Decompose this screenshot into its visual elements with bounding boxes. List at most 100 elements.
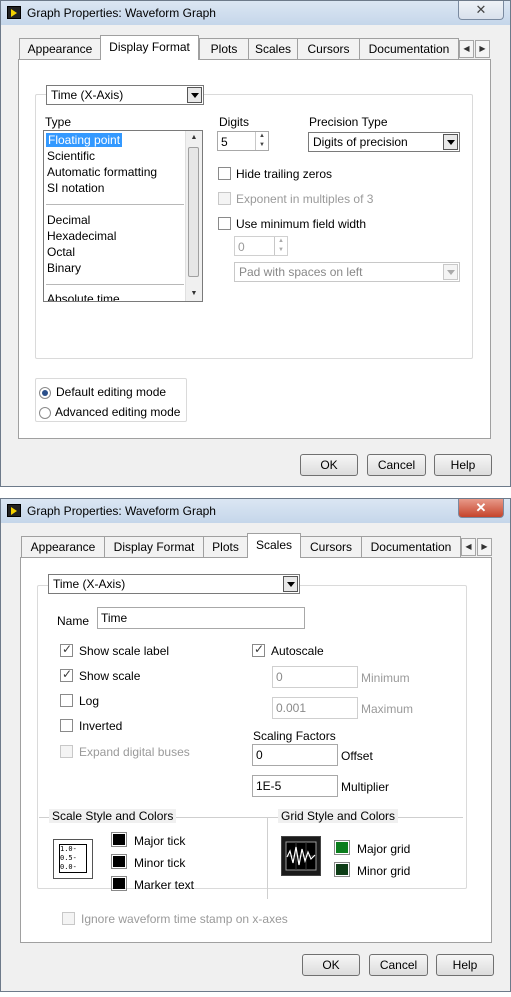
help-button[interactable]: Help bbox=[436, 954, 494, 976]
marker-text-label: Marker text bbox=[134, 878, 195, 892]
minor-tick-color-swatch[interactable] bbox=[111, 854, 127, 869]
exponent-multiples-checkbox[interactable] bbox=[218, 192, 231, 205]
list-item[interactable]: SI notation bbox=[47, 181, 104, 195]
type-listbox[interactable]: Floating point Scientific Automatic form… bbox=[43, 130, 203, 302]
ignore-timestamp-checkbox[interactable] bbox=[62, 912, 75, 925]
tab-scales[interactable]: Scales bbox=[247, 533, 301, 558]
close-button[interactable]: ✕ bbox=[458, 1, 504, 20]
major-tick-color-swatch[interactable] bbox=[111, 832, 127, 847]
title-bar[interactable]: Graph Properties: Waveform Graph ✕ bbox=[1, 1, 510, 25]
tab-cursors[interactable]: Cursors bbox=[300, 536, 362, 558]
offset-label: Offset bbox=[341, 749, 373, 763]
list-separator bbox=[46, 204, 184, 205]
major-grid-color-swatch[interactable] bbox=[334, 840, 350, 855]
group-divider bbox=[267, 817, 268, 899]
spin-up-icon[interactable]: ▲ bbox=[275, 237, 287, 246]
log-label: Log bbox=[79, 694, 100, 708]
list-item[interactable]: Decimal bbox=[47, 213, 90, 227]
autoscale-checkbox[interactable] bbox=[252, 642, 265, 657]
tab-scroll-right-icon[interactable]: ▶ bbox=[477, 538, 492, 556]
list-item[interactable]: Octal bbox=[47, 245, 75, 259]
offset-input[interactable]: 0 bbox=[252, 744, 338, 766]
help-button[interactable]: Help bbox=[434, 454, 492, 476]
tab-scroll-left-icon[interactable]: ◀ bbox=[459, 40, 474, 58]
close-button[interactable]: ✕ bbox=[458, 499, 504, 518]
tab-display-format[interactable]: Display Format bbox=[104, 536, 204, 558]
list-item[interactable]: Hexadecimal bbox=[47, 229, 116, 243]
pad-select[interactable]: Pad with spaces on left bbox=[234, 262, 460, 282]
show-scale-label-checkbox[interactable] bbox=[60, 642, 73, 657]
type-list-scrollbar[interactable]: ▲ ▼ bbox=[185, 131, 202, 301]
show-scale-text: Show scale bbox=[79, 669, 141, 683]
min-field-width-checkbox[interactable] bbox=[218, 217, 231, 230]
default-editing-mode-radio[interactable] bbox=[39, 387, 51, 399]
minor-grid-label: Minor grid bbox=[357, 864, 411, 878]
tab-plots[interactable]: Plots bbox=[203, 536, 248, 558]
scroll-thumb[interactable] bbox=[188, 147, 199, 277]
hide-trailing-zeros-checkbox[interactable] bbox=[218, 167, 231, 180]
digits-stepper[interactable]: 5 ▲ ▼ bbox=[217, 131, 269, 151]
scale-preview-tick: 0.5- bbox=[60, 854, 77, 862]
spin-up-icon[interactable]: ▲ bbox=[256, 132, 268, 141]
grid-style-title: Grid Style and Colors bbox=[278, 809, 399, 823]
axis-select[interactable]: Time (X-Axis) bbox=[48, 574, 300, 594]
list-item[interactable]: Automatic formatting bbox=[47, 165, 157, 179]
advanced-editing-mode-radio[interactable] bbox=[39, 407, 51, 419]
list-item[interactable]: Absolute time bbox=[47, 292, 120, 301]
labview-app-icon bbox=[7, 6, 21, 19]
name-label: Name bbox=[57, 614, 90, 628]
show-scale-checkbox[interactable] bbox=[60, 667, 73, 682]
tab-documentation[interactable]: Documentation bbox=[359, 38, 459, 60]
tab-cursors[interactable]: Cursors bbox=[297, 38, 360, 60]
minor-tick-label: Minor tick bbox=[134, 856, 186, 870]
ignore-timestamp-label: Ignore waveform time stamp on x-axes bbox=[81, 912, 288, 926]
cancel-button[interactable]: Cancel bbox=[367, 454, 426, 476]
multiplier-input[interactable]: 1E-5 bbox=[252, 775, 338, 797]
axis-select[interactable]: Time (X-Axis) bbox=[46, 85, 204, 105]
ok-button[interactable]: OK bbox=[302, 954, 360, 976]
tab-scroll-right-icon[interactable]: ▶ bbox=[475, 40, 490, 58]
minimum-input[interactable]: 0 bbox=[272, 666, 358, 688]
scale-style-preview-button[interactable]: 1.0- 0.5- 0.0- bbox=[53, 839, 93, 879]
title-bar[interactable]: Graph Properties: Waveform Graph ✕ bbox=[1, 499, 510, 523]
log-checkbox[interactable] bbox=[60, 694, 73, 707]
maximum-input[interactable]: 0.001 bbox=[272, 697, 358, 719]
expand-digital-buses-checkbox[interactable] bbox=[60, 745, 73, 758]
grid-style-preview-button[interactable] bbox=[281, 836, 321, 876]
scale-style-title: Scale Style and Colors bbox=[49, 809, 177, 823]
tab-appearance[interactable]: Appearance bbox=[21, 536, 105, 558]
inverted-label: Inverted bbox=[79, 719, 123, 733]
marker-text-color-swatch[interactable] bbox=[111, 876, 127, 891]
list-item[interactable]: Binary bbox=[47, 261, 81, 275]
tab-plots[interactable]: Plots bbox=[199, 38, 249, 60]
cancel-button[interactable]: Cancel bbox=[369, 954, 428, 976]
multiplier-label: Multiplier bbox=[341, 780, 390, 794]
tab-appearance[interactable]: Appearance bbox=[19, 38, 101, 60]
show-scale-label-label: Show scale label bbox=[79, 644, 170, 658]
scroll-down-icon[interactable]: ▼ bbox=[186, 287, 202, 301]
list-separator bbox=[46, 284, 184, 285]
waveform-preview-icon bbox=[285, 841, 317, 871]
tab-documentation[interactable]: Documentation bbox=[361, 536, 461, 558]
precision-type-select[interactable]: Digits of precision bbox=[308, 132, 460, 152]
min-width-stepper[interactable]: 0 ▲ ▼ bbox=[234, 236, 288, 256]
minimum-label: Minimum bbox=[361, 671, 410, 685]
minor-grid-color-swatch[interactable] bbox=[334, 862, 350, 877]
exponent-multiples-label: Exponent in multiples of 3 bbox=[236, 192, 374, 206]
window-display-format: Graph Properties: Waveform Graph ✕ Appea… bbox=[0, 0, 511, 487]
spin-down-icon[interactable]: ▼ bbox=[256, 141, 268, 150]
tab-scroll-left-icon[interactable]: ◀ bbox=[461, 538, 476, 556]
window-scales: Graph Properties: Waveform Graph ✕ Appea… bbox=[0, 498, 511, 992]
scroll-up-icon[interactable]: ▲ bbox=[186, 131, 202, 145]
name-input[interactable]: Time bbox=[97, 607, 305, 629]
list-item[interactable]: Scientific bbox=[47, 149, 95, 163]
major-grid-label: Major grid bbox=[357, 842, 411, 856]
tab-display-format[interactable]: Display Format bbox=[100, 35, 199, 60]
window-title: Graph Properties: Waveform Graph bbox=[27, 6, 216, 20]
inverted-checkbox[interactable] bbox=[60, 719, 73, 732]
list-item[interactable]: Floating point bbox=[46, 133, 123, 147]
spin-down-icon[interactable]: ▼ bbox=[275, 246, 287, 255]
ok-button[interactable]: OK bbox=[300, 454, 358, 476]
tab-scales[interactable]: Scales bbox=[248, 38, 298, 60]
chevron-down-icon bbox=[443, 134, 458, 150]
